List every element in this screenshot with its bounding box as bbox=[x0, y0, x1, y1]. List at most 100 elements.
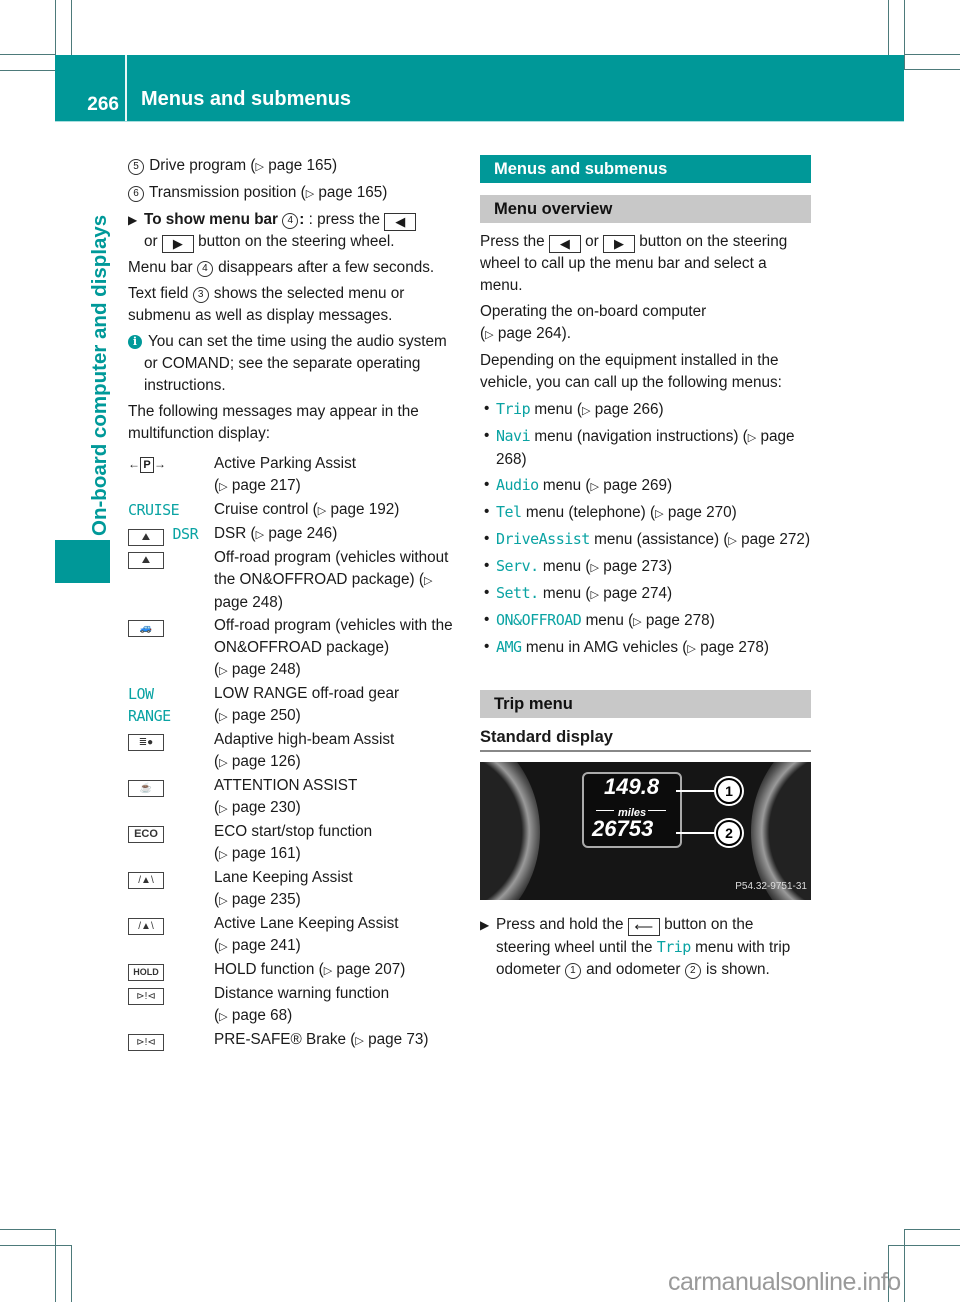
message-description: DSR bbox=[214, 525, 247, 542]
paragraph: Menu bar 4 disappears after a few second… bbox=[128, 259, 435, 277]
paragraph: Depending on the equipment installed in … bbox=[480, 352, 782, 391]
message-row: ECO ECO start/stop function (▷ page 161) bbox=[128, 821, 463, 866]
page-reference[interactable]: page 126 bbox=[232, 753, 296, 770]
message-description: Adaptive high-beam Assist bbox=[214, 731, 395, 748]
page-ref-arrow-icon: ▷ bbox=[687, 643, 696, 655]
callout-2: 2 bbox=[716, 820, 742, 846]
chapter-title: On-board computer and displays bbox=[88, 214, 111, 536]
message-row: ⛰ Off-road program (vehicles without the … bbox=[128, 547, 463, 614]
page-reference[interactable]: page 250 bbox=[232, 707, 296, 724]
page-reference[interactable]: page 273 bbox=[603, 558, 667, 575]
page-reference[interactable]: page 269 bbox=[603, 477, 667, 494]
crop-mark bbox=[904, 0, 905, 70]
right-button-icon: ▶ bbox=[602, 235, 635, 253]
page-reference[interactable]: page 246 bbox=[268, 525, 332, 542]
chapter-tab: On-board computer and displays bbox=[58, 176, 111, 536]
paragraph: Text field 3 shows the selected menu or … bbox=[128, 285, 405, 324]
page-reference[interactable]: page 217 bbox=[232, 477, 296, 494]
chapter-marker bbox=[55, 540, 110, 583]
page-ref-arrow-icon: ▷ bbox=[219, 941, 228, 953]
menu-list: Trip menu (▷ page 266) Navi menu (navigat… bbox=[480, 398, 811, 660]
menu-list-item: AMG menu in AMG vehicles (▷ page 278) bbox=[480, 636, 811, 660]
crop-mark bbox=[0, 1229, 55, 1230]
page-reference[interactable]: page 241 bbox=[232, 937, 296, 954]
page-reference[interactable]: page 235 bbox=[232, 891, 296, 908]
message-row: CRUISE Cruise control (▷ page 192) bbox=[128, 499, 463, 522]
step-arrow-icon: ▶ bbox=[480, 918, 490, 932]
message-row: ⊳!⊲ PRE-SAFE® Brake (▷ page 73) bbox=[128, 1029, 463, 1052]
subsection-heading: Trip menu bbox=[480, 690, 811, 718]
crop-mark bbox=[55, 0, 56, 55]
message-description: ATTENTION ASSIST bbox=[214, 777, 358, 794]
page-ref-arrow-icon: ▷ bbox=[317, 505, 327, 517]
page-reference[interactable]: page 248 bbox=[214, 594, 278, 611]
instrument-cluster-image: 149.8 miles 26753 1 2 P54.32-9751-31 bbox=[480, 762, 811, 900]
page-reference[interactable]: page 248 bbox=[232, 661, 296, 678]
menu-list-item: Navi menu (navigation instructions) (▷ p… bbox=[480, 425, 811, 471]
page-ref-arrow-icon: ▷ bbox=[355, 1035, 364, 1047]
message-description: HOLD function bbox=[214, 961, 315, 978]
page-reference[interactable]: page 73 bbox=[368, 1031, 423, 1048]
menu-name: DriveAssist bbox=[496, 530, 590, 548]
message-row: /▲\ Lane Keeping Assist (▷ page 235) bbox=[128, 867, 463, 912]
page-reference[interactable]: page 278 bbox=[646, 612, 710, 629]
page-reference[interactable]: page 270 bbox=[668, 504, 732, 521]
speedometer-dial bbox=[480, 762, 540, 900]
menu-name: AMG bbox=[496, 638, 522, 656]
page-ref-arrow-icon: ▷ bbox=[255, 161, 264, 173]
subheading: Standard display bbox=[480, 726, 811, 752]
lane-keeping-icon: /▲\ bbox=[128, 913, 214, 958]
menu-list-item: ON&OFFROAD menu (▷ page 278) bbox=[480, 609, 811, 633]
page-reference[interactable]: page 278 bbox=[700, 639, 764, 656]
page-reference[interactable]: page 266 bbox=[595, 401, 659, 418]
page-title: Menus and submenus bbox=[141, 88, 352, 110]
page-ref-arrow-icon: ▷ bbox=[633, 616, 642, 628]
page-reference[interactable]: page 165 bbox=[318, 184, 382, 201]
high-beam-icon: ≣● bbox=[128, 729, 214, 774]
crop-mark bbox=[71, 1245, 72, 1302]
page-ref-arrow-icon: ▷ bbox=[305, 188, 315, 200]
menu-list-item: Trip menu (▷ page 266) bbox=[480, 398, 811, 422]
callout-number: 4 bbox=[282, 213, 299, 229]
watermark: carmanualsonline.info bbox=[668, 1268, 901, 1296]
page-reference[interactable]: page 272 bbox=[741, 531, 805, 548]
page-reference[interactable]: page 192 bbox=[330, 501, 394, 518]
left-button-icon: ◀ bbox=[548, 235, 581, 253]
page-reference[interactable]: page 68 bbox=[232, 1007, 287, 1024]
page-reference[interactable]: page 207 bbox=[336, 961, 400, 978]
distance-warning-icon: ⊳!⊲ bbox=[128, 1029, 214, 1052]
page-reference[interactable]: page 165 bbox=[268, 157, 332, 174]
header-divider bbox=[125, 55, 127, 121]
eco-icon: ECO bbox=[128, 821, 214, 866]
callout-number: 6 bbox=[128, 186, 144, 202]
page-reference[interactable]: page 274 bbox=[603, 585, 667, 602]
page-reference[interactable]: page 230 bbox=[232, 799, 296, 816]
page-reference[interactable]: page 264 bbox=[498, 325, 562, 342]
page-ref-arrow-icon: ▷ bbox=[219, 1011, 228, 1023]
menu-list-item: Audio menu (▷ page 269) bbox=[480, 474, 811, 498]
crop-mark bbox=[904, 69, 960, 70]
page-ref-arrow-icon: ▷ bbox=[590, 481, 599, 493]
menu-name: Tel bbox=[496, 503, 522, 521]
info-note: i You can set the time using the audio s… bbox=[128, 331, 463, 397]
right-column: Menus and submenus Menu overview Press t… bbox=[480, 155, 811, 985]
menu-list-item: DriveAssist menu (assistance) (▷ page 27… bbox=[480, 528, 811, 552]
message-description: LOW RANGE off-road gear bbox=[214, 685, 400, 702]
crop-mark bbox=[0, 54, 55, 55]
right-button-icon: ▶ bbox=[161, 235, 194, 253]
legend-item: 6 Transmission position (▷ page 165) bbox=[128, 182, 463, 205]
crop-mark bbox=[888, 1245, 960, 1246]
page-ref-arrow-icon: ▷ bbox=[219, 895, 228, 907]
offroad-package-icon: 🚙 bbox=[128, 615, 214, 682]
callout-number: 2 bbox=[684, 963, 701, 979]
page-reference[interactable]: page 161 bbox=[232, 845, 296, 862]
back-button-icon: ⟵ bbox=[627, 918, 660, 936]
message-description: Lane Keeping Assist bbox=[214, 869, 353, 886]
image-code: P54.32-9751-31 bbox=[735, 881, 807, 892]
offroad-icon: ⛰ bbox=[128, 547, 214, 614]
instruction-step: ▶ To show menu bar 4: : press the ◀ or ▶… bbox=[128, 209, 463, 253]
message-description: Active Lane Keeping Assist bbox=[214, 915, 399, 932]
menu-name: Trip bbox=[496, 400, 531, 418]
menu-name: Audio bbox=[496, 476, 539, 494]
message-row: /▲\ Active Lane Keeping Assist (▷ page 241… bbox=[128, 913, 463, 958]
